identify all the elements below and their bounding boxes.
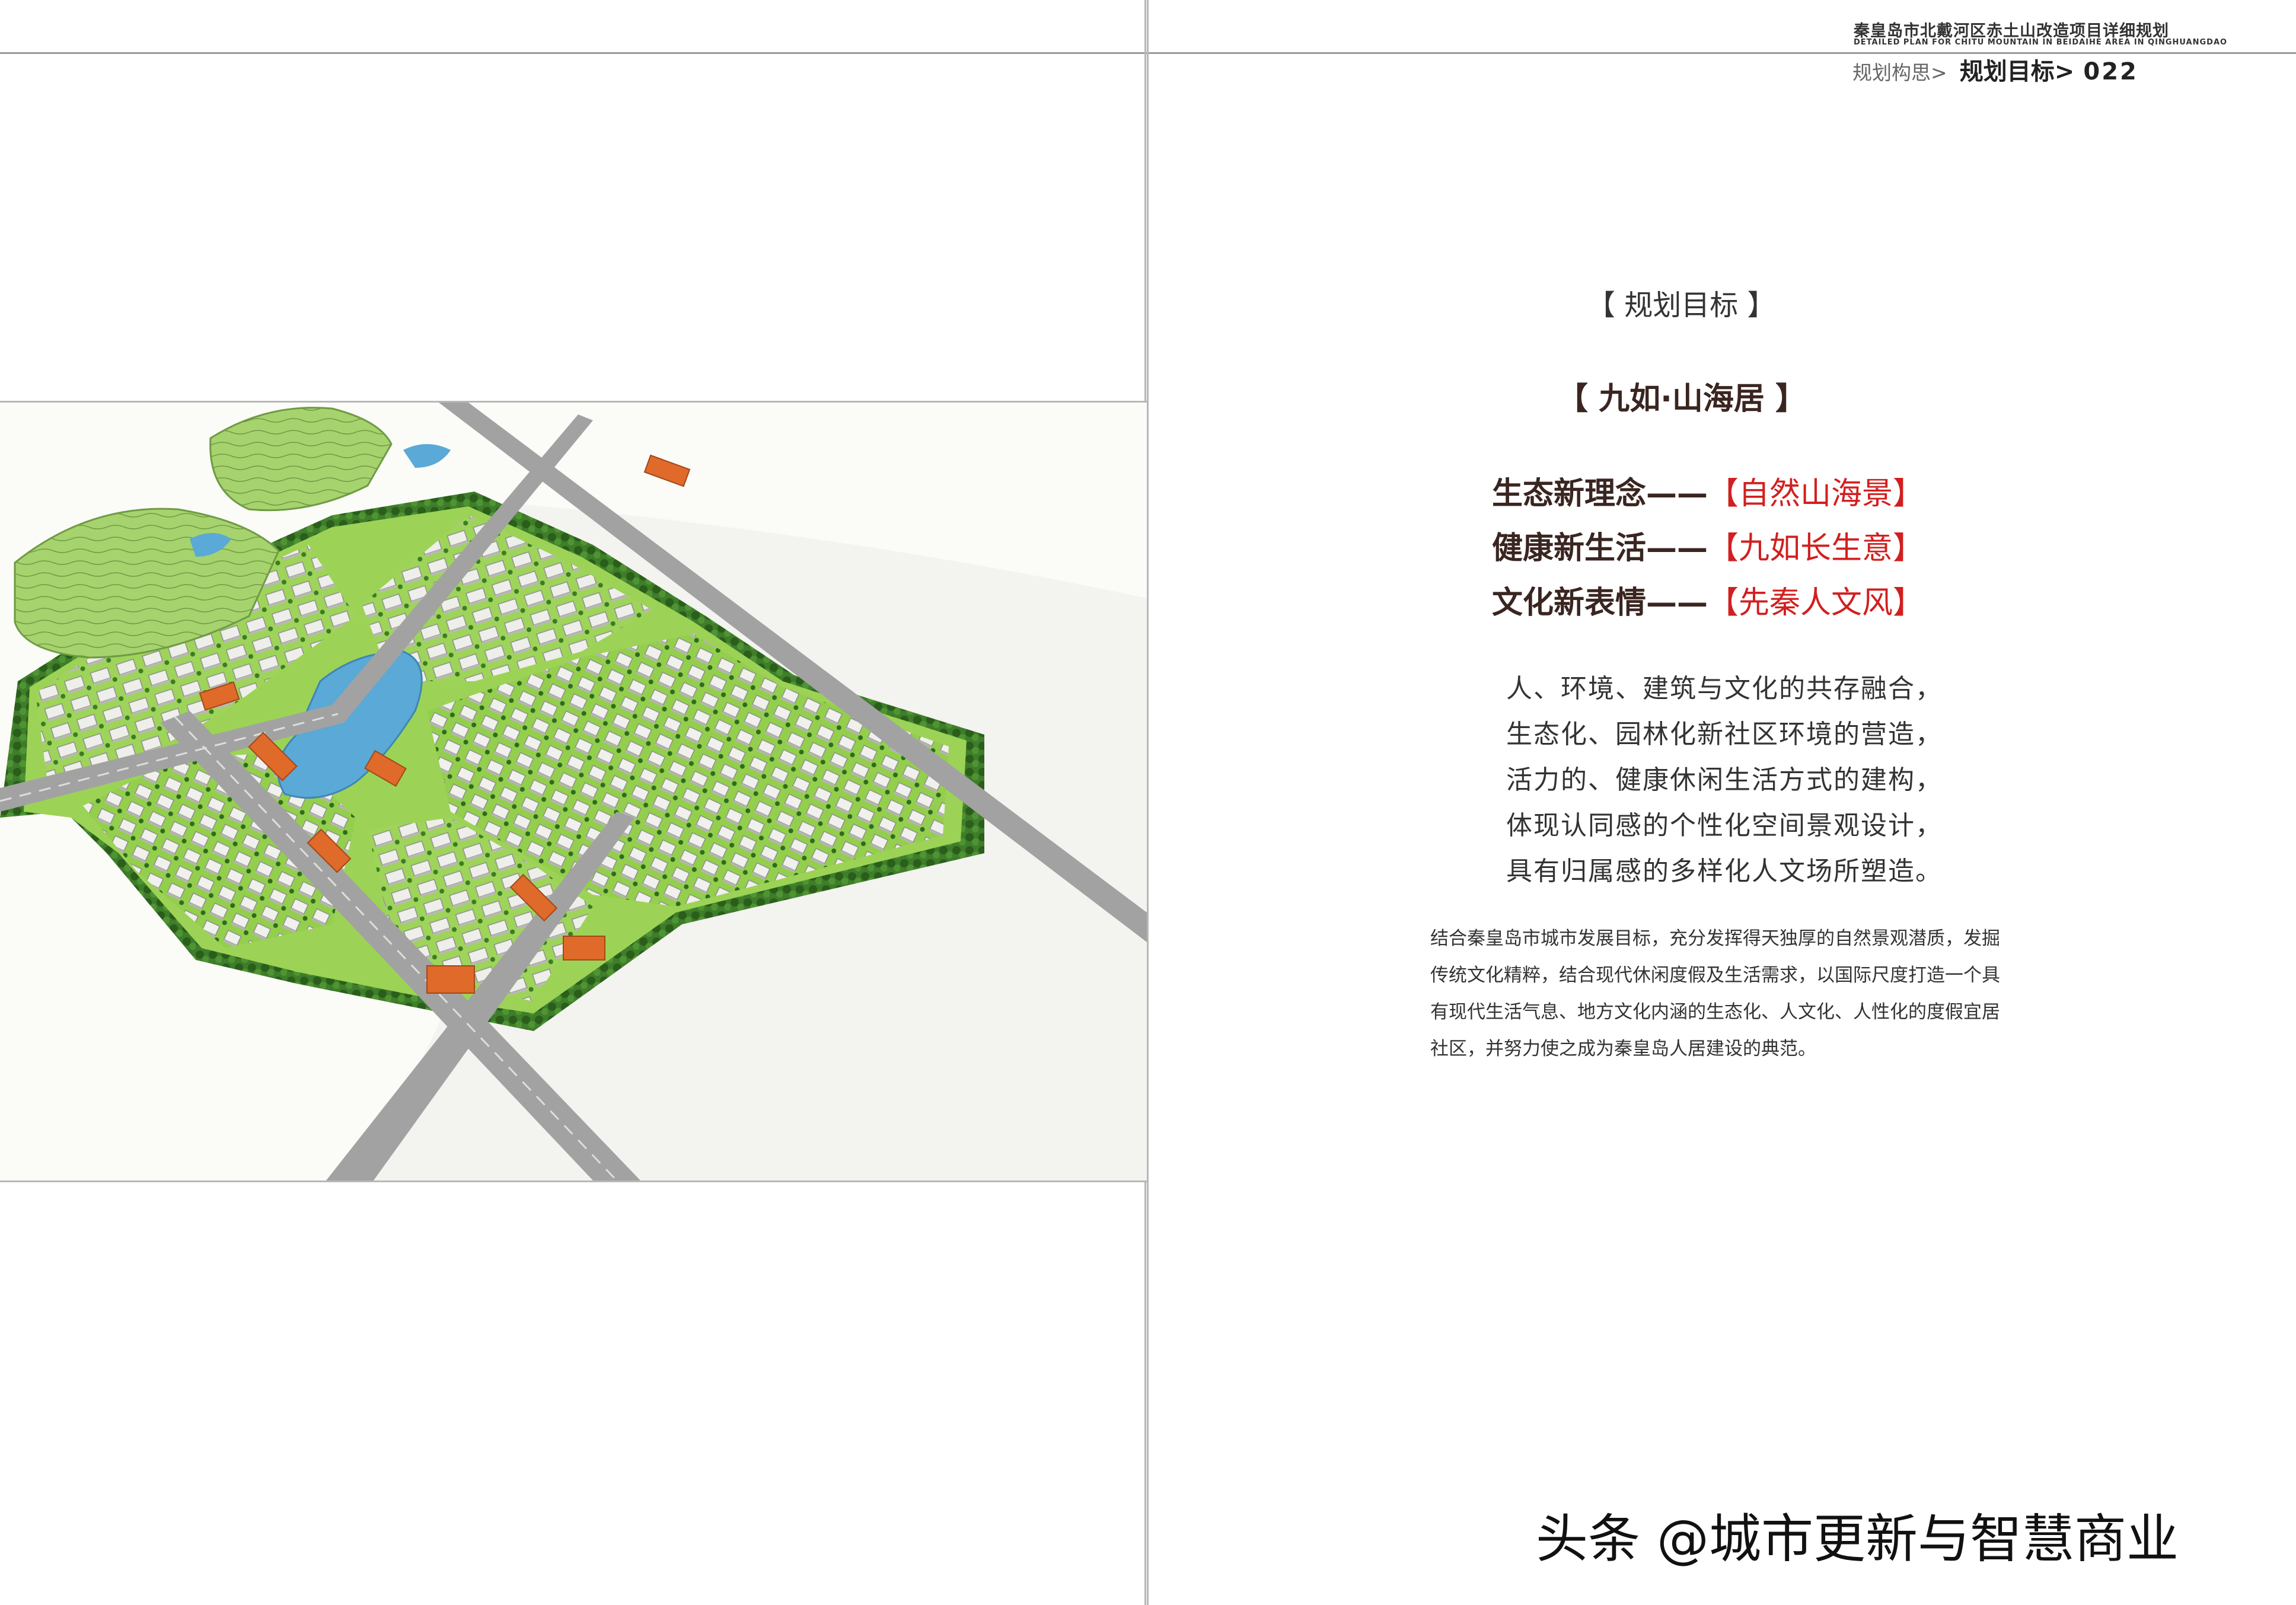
master-plan-rendering [0, 401, 1149, 1182]
goal-dash: —— [1646, 531, 1708, 566]
goal-value: 【先秦人文风】 [1708, 585, 1924, 621]
goal-value: 【九如长生意】 [1708, 531, 1924, 566]
watermark: 头条 @城市更新与智慧商业 [1536, 1508, 2179, 1569]
aerial-plan-illustration [0, 403, 1147, 1182]
goal-item-culture: 文化新表情——【先秦人文风】 [1492, 577, 1924, 632]
goals-list: 生态新理念——【自然山海景】 健康新生活——【九如长生意】 文化新表情——【先秦… [1492, 468, 1924, 632]
breadcrumb-current: 规划目标> [1959, 58, 2075, 85]
principle-line: 生态化、园林化新社区环境的营造， [1506, 719, 1943, 749]
principle-line: 具有归属感的多样化人文场所塑造。 [1506, 856, 1943, 886]
breadcrumb: 规划构思> 规划目标> 022 [1852, 52, 2138, 87]
civic-building [563, 936, 605, 961]
goal-dash: —— [1646, 585, 1708, 621]
principles-list: 人、环境、建筑与文化的共存融合， 生态化、园林化新社区环境的营造， 活力的、健康… [1506, 667, 1943, 895]
project-title-en: DETAILED PLAN FOR CHITU MOUNTAIN IN BEID… [1854, 38, 2228, 47]
principle-line: 人、环境、建筑与文化的共存融合， [1506, 674, 1943, 704]
goal-key: 健康新生活 [1492, 531, 1647, 566]
principle-line: 活力的、健康休闲生活方式的建构， [1506, 765, 1943, 795]
civic-building [426, 965, 475, 994]
goal-dash: —— [1646, 476, 1708, 512]
goal-key: 文化新表情 [1492, 585, 1647, 621]
description-paragraph: 结合秦皇岛市城市发展目标，充分发挥得天独厚的自然景观潜质，发掘传统文化精粹，结合… [1430, 928, 2000, 1060]
goal-key: 生态新理念 [1492, 476, 1647, 512]
goal-item-health: 健康新生活——【九如长生意】 [1492, 523, 1924, 577]
section-slogan: 【 九如·山海居 】 [1557, 381, 1806, 417]
page-number: 022 [2083, 58, 2138, 85]
goal-item-ecology: 生态新理念——【自然山海景】 [1492, 468, 1924, 523]
goal-value: 【自然山海景】 [1708, 476, 1924, 512]
principle-line: 体现认同感的个性化空间景观设计， [1506, 811, 1943, 841]
breadcrumb-parent[interactable]: 规划构思> [1852, 61, 1947, 84]
section-title: 【 规划目标 】 [1587, 289, 1776, 322]
